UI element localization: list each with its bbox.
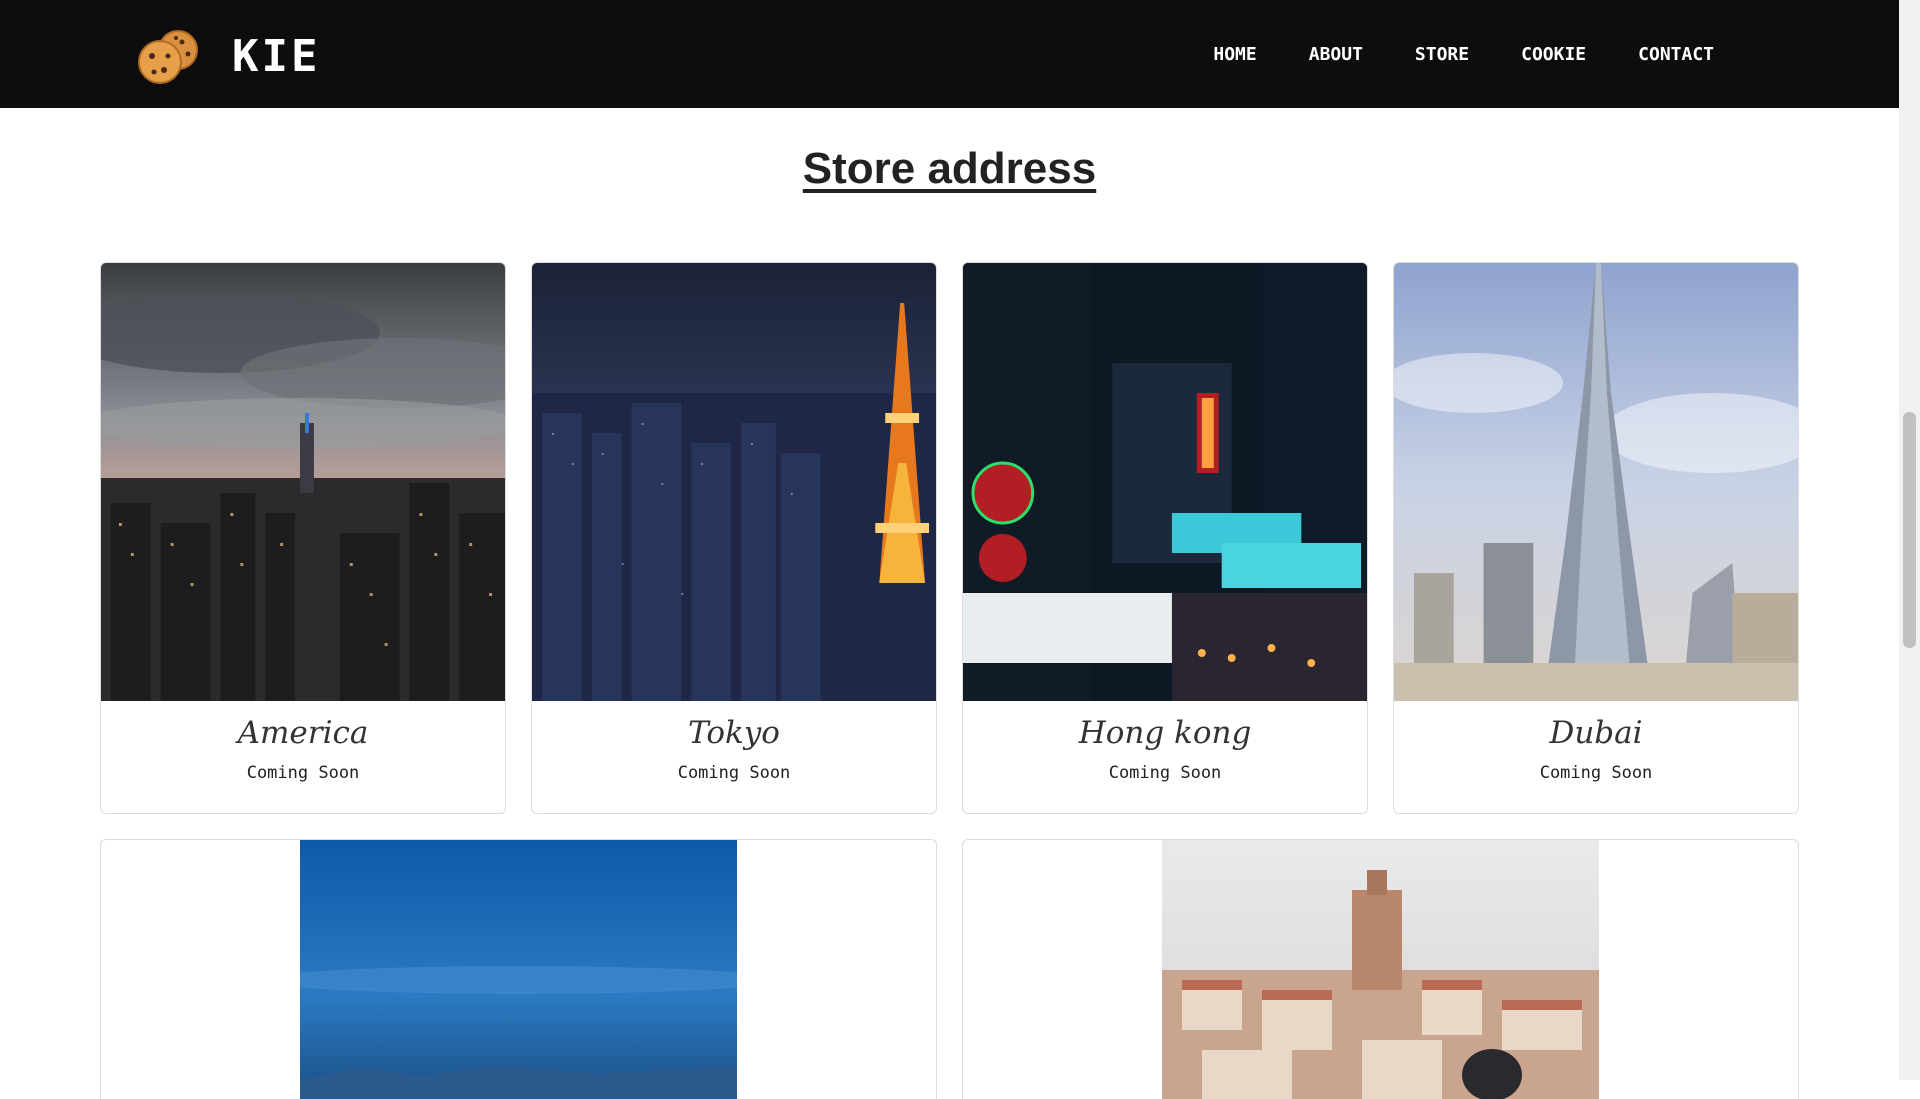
store-city: Hong kong (1078, 715, 1252, 751)
scrollbar-thumb[interactable] (1903, 412, 1916, 648)
store-city: America (237, 715, 369, 751)
nav-contact[interactable]: CONTACT (1638, 44, 1714, 65)
nav-cookie[interactable]: COOKIE (1521, 44, 1586, 65)
store-card-america[interactable]: America Coming Soon (100, 262, 506, 814)
cookie-icon (138, 30, 198, 84)
burj-khalifa-photo (1394, 263, 1798, 701)
navbar: KIE HOME ABOUT STORE COOKIE CONTACT (0, 0, 1899, 108)
blue-sky-mountain-photo (300, 840, 737, 1099)
tokyo-tower-night-photo (532, 263, 936, 701)
european-city-rooftops-photo (1162, 840, 1599, 1099)
brand-name: KIE (232, 30, 321, 82)
nav-home[interactable]: HOME (1213, 44, 1256, 65)
hong-kong-neon-street-photo (963, 263, 1367, 701)
store-status: Coming Soon (1539, 763, 1653, 783)
store-status: Coming Soon (1108, 763, 1222, 783)
store-card-row2-1[interactable] (100, 839, 937, 1099)
section-title: Store address (802, 144, 1097, 193)
nav-store[interactable]: STORE (1415, 44, 1469, 65)
store-card-tokyo[interactable]: Tokyo Coming Soon (531, 262, 937, 814)
brand[interactable]: KIE (138, 26, 320, 86)
store-status: Coming Soon (677, 763, 791, 783)
store-city: Dubai (1549, 715, 1643, 751)
nav-about[interactable]: ABOUT (1309, 44, 1363, 65)
store-status: Coming Soon (246, 763, 360, 783)
main-nav: HOME ABOUT STORE COOKIE CONTACT (1161, 0, 1714, 108)
store-card-hong-kong[interactable]: Hong kong Coming Soon (962, 262, 1368, 814)
store-city: Tokyo (688, 715, 780, 751)
store-card-row2-2[interactable] (962, 839, 1799, 1099)
new-york-skyline-photo (101, 263, 505, 701)
vertical-scrollbar[interactable] (1899, 0, 1920, 1080)
store-card-dubai[interactable]: Dubai Coming Soon (1393, 262, 1799, 814)
